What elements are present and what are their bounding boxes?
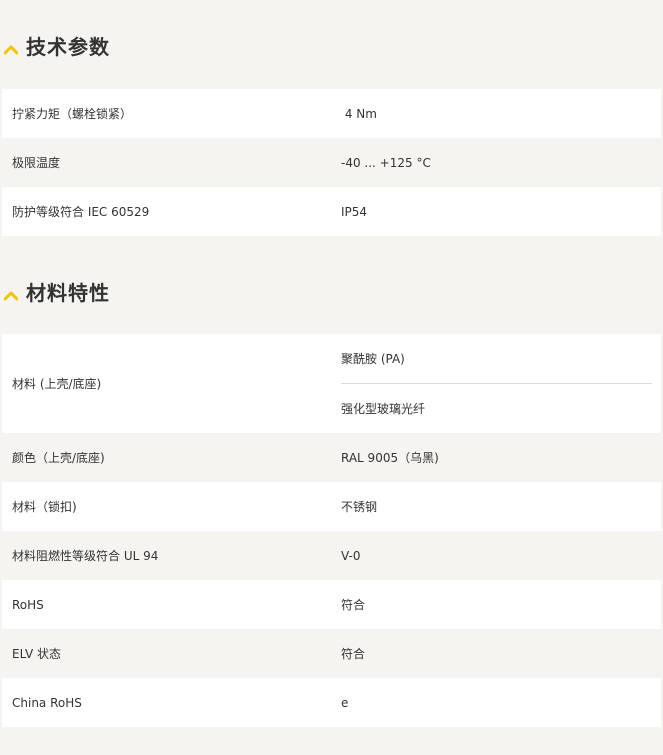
- table-row: 极限温度 -40 ... +125 °C: [2, 138, 661, 187]
- row-label: 颜色（上壳/底座): [12, 451, 105, 465]
- table-row: 拧紧力矩（螺栓锁紧） 4 Nm: [2, 89, 661, 138]
- spec-table-technical: 拧紧力矩（螺栓锁紧） 4 Nm 极限温度 -40 ... +125 °C 防护等…: [2, 89, 661, 236]
- row-value: V-0: [341, 548, 361, 563]
- row-label: China RoHS: [12, 695, 82, 710]
- row-value: RAL 9005（乌黑): [341, 451, 439, 465]
- row-value: 聚酰胺 (PA): [341, 352, 405, 366]
- row-value: 不锈钢: [341, 500, 378, 514]
- table-row: 材料 (上壳/底座) 聚酰胺 (PA) 强化型玻璃光纤: [2, 334, 661, 433]
- table-row: RoHS 符合: [2, 580, 661, 629]
- section-title: 材料特性: [26, 280, 110, 305]
- section-title: 技术参数: [26, 34, 110, 59]
- row-label: 极限温度: [12, 156, 61, 170]
- section-technical-parameters: 技术参数 拧紧力矩（螺栓锁紧） 4 Nm 极限温度 -40 ... +125 °…: [0, 0, 663, 240]
- row-label: ELV 状态: [12, 647, 61, 661]
- row-label: 材料 (上壳/底座): [12, 377, 102, 391]
- row-label: 拧紧力矩（螺栓锁紧）: [12, 107, 133, 121]
- row-value: 4 Nm: [341, 106, 377, 121]
- table-row: 防护等级符合 IEC 60529 IP54: [2, 187, 661, 236]
- row-label: RoHS: [12, 597, 44, 612]
- row-value-list: 聚酰胺 (PA) 强化型玻璃光纤: [332, 334, 661, 433]
- section-header-material-properties[interactable]: 材料特性: [0, 276, 110, 306]
- row-label: 防护等级符合 IEC 60529: [12, 205, 150, 219]
- table-row: 材料阻燃性等级符合 UL 94 V-0: [2, 531, 661, 580]
- row-label: 材料阻燃性等级符合 UL 94: [12, 549, 159, 563]
- table-row: ELV 状态 符合: [2, 629, 661, 678]
- chevron-up-icon[interactable]: [3, 286, 19, 301]
- row-value: 符合: [341, 598, 366, 612]
- chevron-up-icon[interactable]: [3, 40, 19, 55]
- section-material-properties: 材料特性 材料 (上壳/底座) 聚酰胺 (PA) 强化型玻璃光纤 颜色（上壳/底…: [0, 240, 663, 755]
- row-value: e: [341, 695, 349, 710]
- row-value: -40 ... +125 °C: [341, 155, 431, 170]
- table-row: China RoHS e: [2, 678, 661, 727]
- table-row: 材料（锁扣) 不锈钢: [2, 482, 661, 531]
- row-value: IP54: [341, 204, 368, 219]
- section-header-technical-parameters[interactable]: 技术参数: [0, 30, 110, 60]
- row-value: 强化型玻璃光纤: [341, 383, 652, 433]
- row-label: 材料（锁扣): [12, 500, 77, 514]
- spec-table-material: 材料 (上壳/底座) 聚酰胺 (PA) 强化型玻璃光纤 颜色（上壳/底座) RA…: [2, 334, 661, 727]
- row-value: 符合: [341, 647, 366, 661]
- table-row: 颜色（上壳/底座) RAL 9005（乌黑): [2, 433, 661, 482]
